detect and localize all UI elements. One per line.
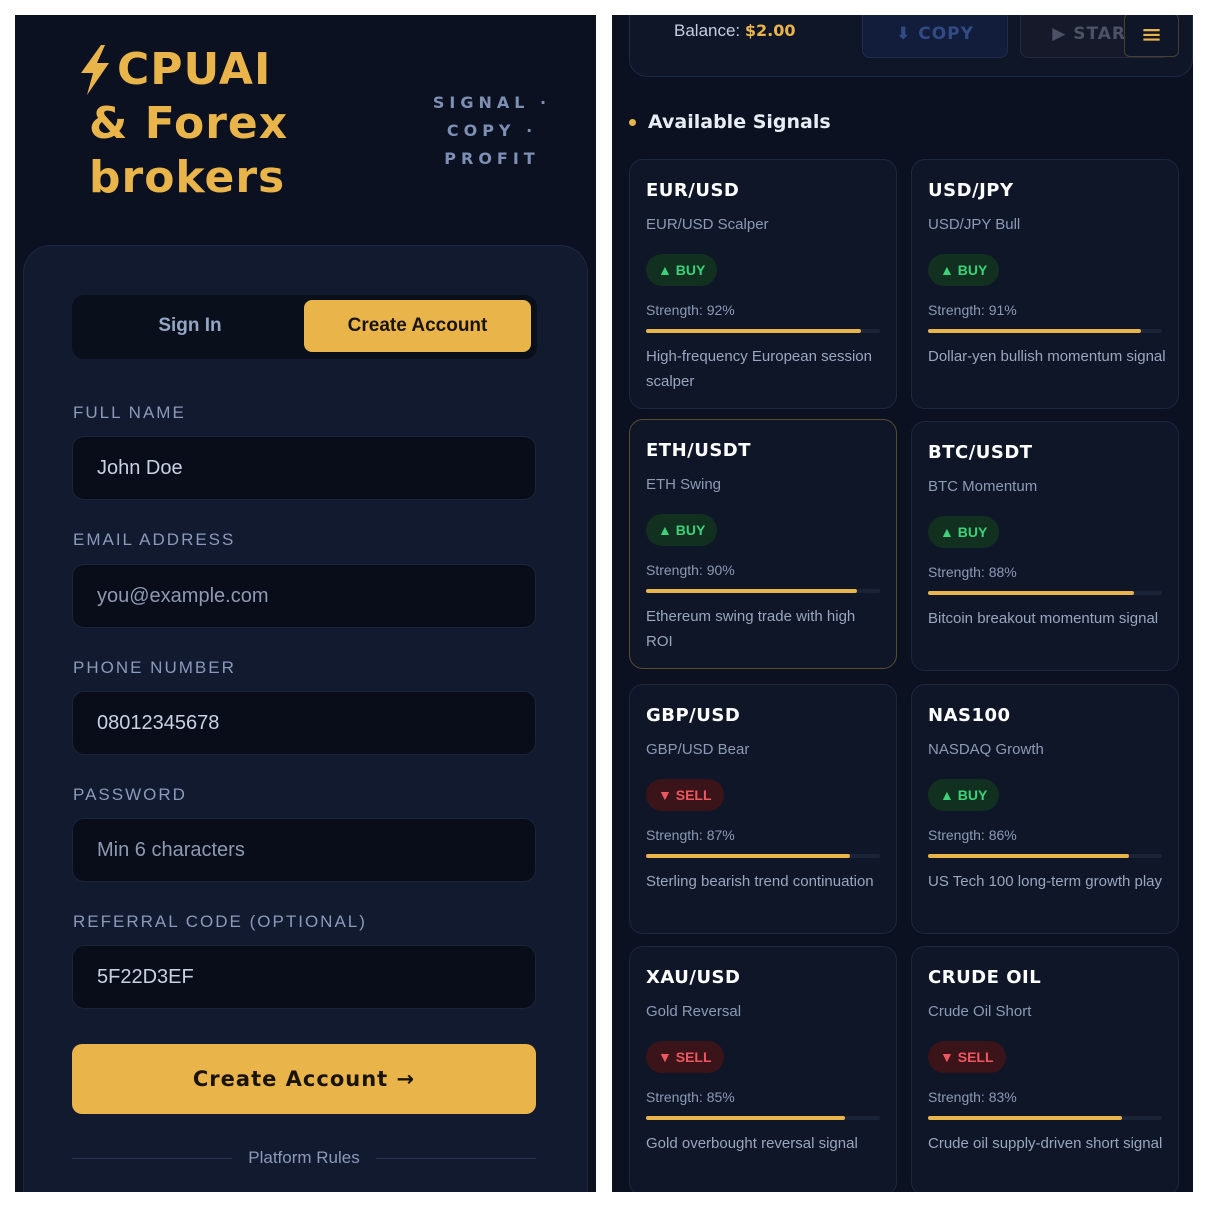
lightning-icon — [81, 45, 109, 95]
signal-pair: EUR/USD — [646, 180, 740, 201]
brand-line-2: & Forex — [89, 98, 289, 149]
signal-strength-bar — [646, 854, 880, 858]
phone-input[interactable]: 08012345678 — [72, 691, 536, 755]
signal-description: Gold overbought reversal signal — [646, 1135, 858, 1152]
password-label: PASSWORD — [73, 785, 187, 804]
signal-strength-label: Strength: 91% — [928, 302, 1017, 318]
signal-side-badge: ▲ BUY — [646, 514, 718, 546]
signal-strength-fill — [928, 591, 1134, 595]
account-toolbar: Balance: $2.00 ⬇ COPY ▶ START — [629, 15, 1193, 77]
divider — [375, 1157, 537, 1159]
signal-pair: USD/JPY — [928, 180, 1014, 201]
platform-rules: Platform Rules — [72, 1143, 537, 1173]
balance-value: $2.00 — [744, 21, 796, 40]
signal-side-badge: ▲ BUY — [928, 516, 1000, 548]
signal-name: ETH Swing — [646, 476, 722, 493]
signal-name: NASDAQ Growth — [928, 741, 1044, 758]
signal-pair: XAU/USD — [646, 967, 741, 988]
password-input[interactable]: Min 6 characters — [72, 818, 536, 882]
signal-strength-fill — [928, 1116, 1123, 1120]
signal-side-badge: ▼ SELL — [928, 1041, 1006, 1073]
brand-line-3: brokers — [89, 152, 286, 203]
phone-label: PHONE NUMBER — [73, 658, 236, 677]
signals-panel: Balance: $2.00 ⬇ COPY ▶ START ≡ Availabl… — [612, 15, 1193, 1192]
signal-side-badge: ▲ BUY — [928, 779, 1000, 811]
signal-name: BTC Momentum — [928, 478, 1038, 495]
signal-pair: ETH/USDT — [646, 440, 752, 461]
signal-strength-label: Strength: 88% — [928, 564, 1017, 580]
signal-strength-fill — [646, 1116, 845, 1120]
auth-tabs: Sign In Create Account — [72, 295, 537, 359]
signal-strength-fill — [646, 329, 862, 333]
signal-strength-bar — [646, 1116, 880, 1120]
full-name-label: FULL NAME — [73, 403, 186, 422]
signal-strength-fill — [928, 329, 1141, 333]
signal-name: Crude Oil Short — [928, 1003, 1032, 1020]
email-input[interactable]: you@example.com — [72, 564, 536, 628]
signal-side-badge: ▲ BUY — [928, 254, 1000, 286]
hamburger-menu-icon[interactable]: ≡ — [1124, 15, 1179, 57]
signal-description: US Tech 100 long-term growth play — [928, 873, 1163, 890]
signal-strength-bar — [928, 591, 1162, 595]
signal-strength-label: Strength: 86% — [928, 827, 1017, 843]
signal-description: Sterling bearish trend continuation — [646, 873, 874, 890]
signal-pair: GBP/USD — [646, 705, 741, 726]
signal-pair: BTC/USDT — [928, 442, 1033, 463]
section-title: Available Signals — [648, 111, 831, 133]
signal-card[interactable]: BTC/USDT BTC Momentum ▲ BUY Strength: 88% Bi… — [911, 421, 1179, 671]
signal-side-badge: ▼ SELL — [646, 1041, 724, 1073]
balance-display: Balance: $2.00 — [674, 21, 796, 40]
signal-description: High-frequency European session scalper — [646, 348, 872, 390]
signal-card[interactable]: GBP/USD GBP/USD Bear ▼ SELL Strength: 87% St… — [629, 684, 897, 934]
signal-strength-bar — [928, 854, 1162, 858]
copy-button[interactable]: ⬇ COPY — [862, 15, 1008, 58]
signal-strength-fill — [646, 854, 850, 858]
platform-rules-link[interactable]: Platform Rules — [232, 1148, 375, 1168]
referral-label: REFERRAL CODE (OPTIONAL) — [73, 912, 367, 931]
signal-description: Bitcoin breakout momentum signal — [928, 610, 1159, 627]
signal-strength-bar — [928, 1116, 1162, 1120]
signal-strength-label: Strength: 90% — [646, 562, 735, 578]
tab-create-account[interactable]: Create Account — [304, 300, 531, 352]
section-header: Available Signals — [629, 111, 831, 133]
divider — [72, 1157, 233, 1159]
signal-description: Ethereum swing trade with high ROI — [646, 608, 856, 650]
create-account-button[interactable]: Create Account → — [72, 1044, 536, 1114]
signal-name: GBP/USD Bear — [646, 741, 750, 758]
signal-strength-label: Strength: 87% — [646, 827, 735, 843]
signal-name: Gold Reversal — [646, 1003, 742, 1020]
full-name-input[interactable]: John Doe — [72, 436, 536, 500]
signal-side-badge: ▲ BUY — [646, 254, 718, 286]
signal-strength-bar — [928, 329, 1162, 333]
signal-card[interactable]: NAS100 NASDAQ Growth ▲ BUY Strength: 86% US … — [911, 684, 1179, 934]
signal-strength-label: Strength: 92% — [646, 302, 735, 318]
signal-name: EUR/USD Scalper — [646, 216, 769, 233]
signal-strength-bar — [646, 589, 880, 593]
signal-strength-fill — [646, 589, 857, 593]
referral-input[interactable]: 5F22D3EF — [72, 945, 536, 1009]
signal-side-badge: ▼ SELL — [646, 779, 724, 811]
signal-strength-fill — [928, 854, 1130, 858]
bullet-dot — [629, 118, 636, 126]
signal-name: USD/JPY Bull — [928, 216, 1021, 233]
signal-strength-bar — [646, 329, 880, 333]
signal-pair: NAS100 — [928, 705, 1011, 726]
signal-card[interactable]: ETH/USDT ETH Swing ▲ BUY Strength: 90% Ether… — [629, 419, 897, 669]
signal-strength-label: Strength: 85% — [646, 1089, 735, 1105]
tagline: SIGNAL · COPY · PROFIT — [432, 93, 552, 168]
signal-card[interactable]: USD/JPY USD/JPY Bull ▲ BUY Strength: 91% Dol… — [911, 159, 1179, 409]
signal-card[interactable]: CRUDE OIL Crude Oil Short ▼ SELL Strength: … — [911, 946, 1179, 1192]
signal-card[interactable]: EUR/USD EUR/USD Scalper ▲ BUY Strength: 92%… — [629, 159, 897, 409]
brand-name: CPUAI — [117, 44, 272, 95]
signup-panel: CPUAI & Forex brokers SIGNAL · COPY · PR… — [15, 15, 596, 1192]
brand-logo: CPUAI & Forex brokers — [75, 43, 288, 205]
signal-card[interactable]: XAU/USD Gold Reversal ▼ SELL Strength: 85% G… — [629, 946, 897, 1192]
signal-description: Dollar-yen bullish momentum signal — [928, 348, 1166, 365]
signal-strength-label: Strength: 83% — [928, 1089, 1017, 1105]
tab-sign-in[interactable]: Sign In — [76, 300, 304, 352]
email-label: EMAIL ADDRESS — [73, 530, 236, 549]
signal-pair: CRUDE OIL — [928, 967, 1042, 988]
signal-description: Crude oil supply-driven short signal — [928, 1135, 1163, 1152]
